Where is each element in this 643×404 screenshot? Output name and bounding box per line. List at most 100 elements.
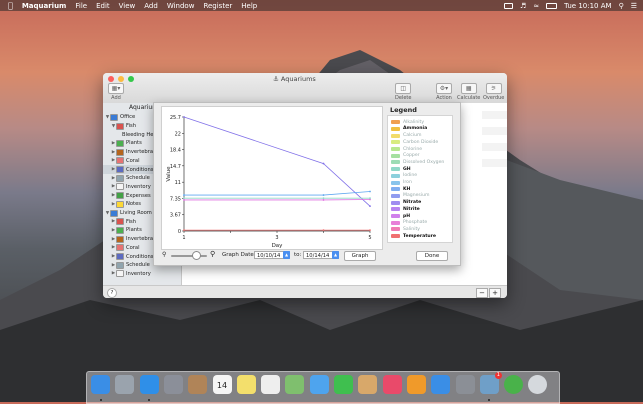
legend-item[interactable]: Iron [391,179,412,186]
sidebar-item-label: Expenses [126,193,151,199]
apple-menu-icon[interactable]:  [8,1,13,10]
notes-icon[interactable] [237,375,256,394]
legend-item[interactable]: Alkalinity [391,119,424,126]
action-toolbar-button[interactable]: ⚙▾ Action [436,83,452,101]
legend-item[interactable]: Calcium [391,132,422,139]
reminders-icon[interactable] [261,375,280,394]
sidebar-item-label: Inventory [126,184,151,190]
airplay-icon[interactable] [504,3,513,9]
overdue-toolbar-button[interactable]: ⚞ Overdue [483,83,504,101]
ibooks-icon[interactable] [407,375,426,394]
menu-clock[interactable]: Tue 10:10 AM [564,2,611,10]
legend-label: pH [403,214,410,219]
window-status-bar: ? − + [103,285,507,298]
legend-item[interactable]: Phosphate [391,220,427,227]
sidebar-item-label: Living Room [120,210,152,216]
plus-button[interactable]: + [489,288,501,298]
contacts-icon[interactable] [188,375,207,394]
volume-icon[interactable]: ♬ [520,2,526,10]
x-axis-label: Day [272,243,284,249]
minimize-window-button[interactable] [118,76,124,82]
photos-icon[interactable] [358,375,377,394]
date-to-stepper[interactable]: ▲ [332,251,339,259]
app-store-icon[interactable] [431,375,450,394]
legend-swatch [391,120,400,124]
menu-edit[interactable]: Edit [96,2,110,10]
maquarium-icon[interactable]: 1 [480,375,499,394]
date-from-stepper[interactable]: ▲ [283,251,290,259]
table-row[interactable] [482,159,507,167]
photo-preview-icon[interactable] [164,375,183,394]
category-icon [116,166,124,173]
battery-icon[interactable] [546,3,557,9]
zoom-slider[interactable] [171,255,207,257]
calculate-toolbar-button[interactable]: ▦ Calculate [457,83,480,101]
launchpad-icon[interactable] [115,375,134,394]
legend-item[interactable]: Chlorine [391,146,422,153]
zoom-in-icon[interactable]: ⚲ [210,250,215,258]
legend-item[interactable]: Ammonia [391,126,427,133]
legend-item[interactable]: Temperature [391,233,436,240]
table-row[interactable] [482,111,507,119]
notification-center-icon[interactable]: ☰ [631,2,637,10]
legend-item[interactable]: pH [391,213,410,220]
category-icon [116,227,124,234]
wifi-icon[interactable]: ≈ [533,2,539,10]
legend-item[interactable]: KH [391,186,410,193]
sidebar-item-label: Schedule [126,262,150,268]
legend-item[interactable]: GH [391,166,411,173]
legend-item[interactable]: Nitrite [391,206,420,213]
messages-icon[interactable] [310,375,329,394]
add-toolbar-button[interactable]: ▦▾ Add [108,83,124,101]
legend-item[interactable]: Iodine [391,173,417,180]
aquarium-title-icon: ⚓ [273,75,281,83]
itunes-icon[interactable] [383,375,402,394]
done-button[interactable]: Done [416,251,448,261]
legend-item[interactable]: Nitrate [391,199,421,206]
app-leaf-icon[interactable] [504,375,523,394]
graph-button[interactable]: Graph [344,251,376,261]
menu-add[interactable]: Add [144,2,158,10]
zoom-slider-knob[interactable] [192,251,201,260]
legend-item[interactable]: Copper [391,153,420,160]
zoom-window-button[interactable] [128,76,134,82]
remove-button[interactable]: − [476,288,488,298]
y-axis-label: Value [166,166,172,182]
legend-item[interactable]: Dissolved Oxygen [391,159,444,166]
data-point [369,191,371,193]
trash-icon[interactable] [528,375,547,394]
series-line [184,117,370,206]
legend-item[interactable]: Carbon Dioxide [391,139,438,146]
menu-help[interactable]: Help [241,2,257,10]
sidebar-item-inventory[interactable]: ▶Inventory [103,270,181,279]
legend-swatch [391,207,400,211]
spotlight-icon[interactable]: ⚲ [619,2,624,10]
menu-register[interactable]: Register [203,2,232,10]
legend-swatch [391,140,400,144]
legend-swatch [391,154,400,158]
data-point [323,197,325,199]
menu-view[interactable]: View [119,2,136,10]
data-point [323,229,325,231]
table-row[interactable] [482,143,507,151]
table-row[interactable] [482,127,507,135]
menu-file[interactable]: File [75,2,87,10]
category-icon [116,218,124,225]
maps-icon[interactable] [285,375,304,394]
system-preferences-icon[interactable] [456,375,475,394]
help-button[interactable]: ? [107,288,117,298]
menu-window[interactable]: Window [167,2,195,10]
x-tick-label: 5 [368,235,371,241]
zoom-out-icon[interactable]: ⚲ [162,251,166,258]
legend-item[interactable]: Salinity [391,226,420,233]
delete-toolbar-button[interactable]: ◫ Delete [395,83,411,101]
gear-icon: ⚙▾ [436,83,452,94]
legend-item[interactable]: Magnesium [391,193,430,200]
finder-icon[interactable] [91,375,110,394]
legend-swatch [391,194,400,198]
safari-icon[interactable] [140,375,159,394]
facetime-icon[interactable] [334,375,353,394]
close-window-button[interactable] [108,76,114,82]
calendar-icon[interactable]: 14 [213,375,232,394]
menu-app-name[interactable]: Maquarium [22,2,67,10]
